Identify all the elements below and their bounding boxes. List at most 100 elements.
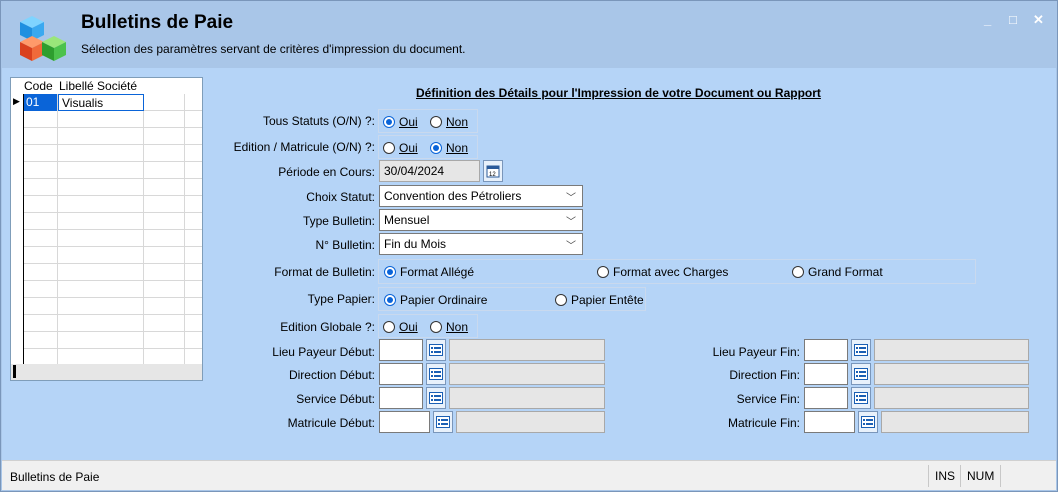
table-row[interactable] — [11, 145, 202, 162]
lieu-payeur-debut-code[interactable] — [379, 339, 423, 361]
cell-libelle[interactable] — [58, 281, 144, 298]
direction-debut-desc — [449, 363, 605, 385]
service-debut-lookup[interactable] — [426, 387, 446, 409]
cell-code[interactable] — [24, 162, 58, 179]
cell-libelle[interactable] — [58, 111, 144, 128]
cell-code[interactable] — [24, 145, 58, 162]
cell-libelle[interactable] — [58, 196, 144, 213]
list-icon — [436, 416, 450, 428]
format-bulletin-group: Format Allégé Format avec Charges Grand … — [378, 259, 976, 284]
maximize-button[interactable]: □ — [1009, 12, 1017, 27]
table-row[interactable] — [11, 230, 202, 247]
format-allege-radio[interactable]: Format Allégé — [384, 265, 474, 279]
cell-code[interactable] — [24, 247, 58, 264]
grand-format-radio[interactable]: Grand Format — [792, 265, 883, 279]
lieu-payeur-debut-lookup[interactable] — [426, 339, 446, 361]
radio-unchecked-icon — [792, 266, 804, 278]
table-row[interactable] — [11, 213, 202, 230]
cell-libelle[interactable] — [58, 298, 144, 315]
table-row[interactable] — [11, 162, 202, 179]
cell-code[interactable] — [24, 281, 58, 298]
close-button[interactable]: ✕ — [1033, 12, 1044, 28]
edition-globale-non-radio[interactable]: Non — [430, 320, 468, 334]
cell-libelle[interactable] — [58, 230, 144, 247]
table-row[interactable] — [11, 247, 202, 264]
row-indicator — [11, 179, 24, 196]
cell-libelle[interactable] — [58, 332, 144, 349]
direction-fin-code[interactable] — [804, 363, 848, 385]
matricule-debut-lookup[interactable] — [433, 411, 453, 433]
direction-fin-lookup[interactable] — [851, 363, 871, 385]
chevron-down-icon: ﹀ — [566, 193, 576, 204]
cell-code[interactable] — [24, 230, 58, 247]
edition-matricule-non-radio[interactable]: Non — [430, 141, 468, 155]
edition-globale-oui-radio[interactable]: Oui — [383, 320, 418, 334]
direction-debut-code[interactable] — [379, 363, 423, 385]
cell-libelle[interactable] — [58, 247, 144, 264]
cell-code[interactable] — [24, 111, 58, 128]
matricule-fin-code[interactable] — [804, 411, 855, 433]
cell-libelle[interactable] — [58, 145, 144, 162]
cell-empty — [144, 315, 185, 332]
service-fin-lookup[interactable] — [851, 387, 871, 409]
cell-libelle[interactable] — [58, 213, 144, 230]
service-debut-code[interactable] — [379, 387, 423, 409]
table-row[interactable] — [11, 332, 202, 349]
cell-code[interactable] — [24, 196, 58, 213]
type-bulletin-select[interactable]: Mensuel ﹀ — [379, 209, 583, 231]
table-row[interactable]: ▶ 01 Visualis — [11, 94, 202, 111]
radio-unchecked-icon — [383, 142, 395, 154]
direction-fin-label: Direction Fin: — [729, 368, 800, 382]
window-subtitle: Sélection des paramètres servant de crit… — [81, 42, 466, 56]
list-icon — [854, 344, 868, 356]
company-grid[interactable]: Code Libellé Société ▶ 01 Visualis — [10, 77, 203, 381]
cell-code[interactable] — [24, 332, 58, 349]
cell-code[interactable] — [24, 128, 58, 145]
choix-statut-select[interactable]: Convention des Pétroliers ﹀ — [379, 185, 583, 207]
n-bulletin-value: Fin du Mois — [384, 237, 447, 251]
radio-unchecked-icon — [430, 321, 442, 333]
format-charges-radio[interactable]: Format avec Charges — [597, 265, 728, 279]
cell-code[interactable] — [24, 298, 58, 315]
column-header-libelle[interactable]: Libellé Société — [59, 79, 137, 93]
cell-empty — [144, 111, 185, 128]
cell-libelle[interactable] — [58, 162, 144, 179]
column-header-code[interactable]: Code — [24, 79, 53, 93]
cell-libelle[interactable] — [58, 128, 144, 145]
cell-code[interactable]: 01 — [24, 94, 58, 111]
direction-debut-lookup[interactable] — [426, 363, 446, 385]
minimize-button[interactable]: _ — [984, 12, 991, 27]
edition-matricule-oui-radio[interactable]: Oui — [383, 141, 418, 155]
cell-libelle[interactable]: Visualis — [58, 94, 144, 111]
cell-libelle[interactable] — [58, 315, 144, 332]
matricule-fin-lookup[interactable] — [858, 411, 878, 433]
n-bulletin-select[interactable]: Fin du Mois ﹀ — [379, 233, 583, 255]
table-row[interactable] — [11, 281, 202, 298]
table-row[interactable] — [11, 264, 202, 281]
cell-libelle[interactable] — [58, 264, 144, 281]
table-row[interactable] — [11, 128, 202, 145]
calendar-button[interactable]: 12 — [483, 160, 503, 182]
cell-code[interactable] — [24, 315, 58, 332]
periode-field[interactable]: 30/04/2024 — [379, 160, 480, 182]
cell-code[interactable] — [24, 179, 58, 196]
papier-ordinaire-radio[interactable]: Papier Ordinaire — [384, 293, 487, 307]
format-bulletin-label: Format de Bulletin: — [274, 265, 375, 279]
table-row[interactable] — [11, 196, 202, 213]
tous-statuts-oui-radio[interactable]: Oui — [383, 115, 418, 129]
table-row[interactable] — [11, 298, 202, 315]
cell-code[interactable] — [24, 213, 58, 230]
lieu-payeur-fin-code[interactable] — [804, 339, 848, 361]
table-row[interactable] — [11, 111, 202, 128]
matricule-debut-code[interactable] — [379, 411, 430, 433]
service-fin-code[interactable] — [804, 387, 848, 409]
papier-entete-radio[interactable]: Papier Entête — [555, 293, 644, 307]
table-row[interactable] — [11, 315, 202, 332]
cell-empty — [144, 281, 185, 298]
table-row[interactable] — [11, 179, 202, 196]
cell-libelle[interactable] — [58, 179, 144, 196]
tous-statuts-non-radio[interactable]: Non — [430, 115, 468, 129]
direction-debut-label: Direction Début: — [288, 368, 375, 382]
lieu-payeur-fin-lookup[interactable] — [851, 339, 871, 361]
cell-code[interactable] — [24, 264, 58, 281]
